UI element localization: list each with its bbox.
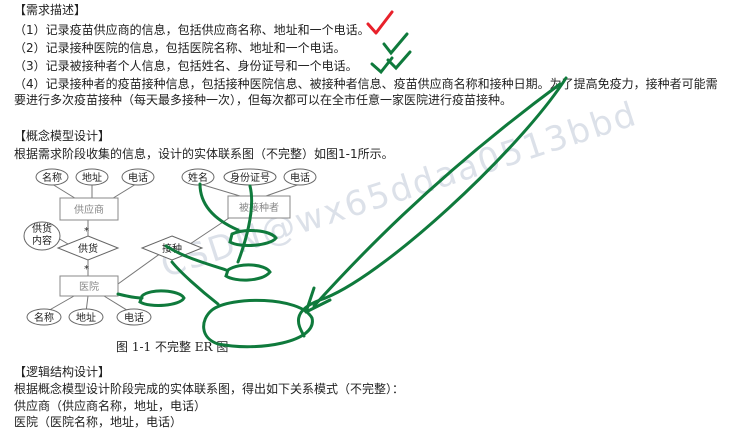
attr-hospital-address: 地址 bbox=[68, 308, 104, 326]
attr-supplier-address: 地址 bbox=[75, 168, 109, 186]
attr-person-name-label: 姓名 bbox=[188, 171, 208, 184]
annotation-blob-1-icon bbox=[228, 229, 278, 247]
annotation-blob-hospital-icon bbox=[138, 289, 186, 307]
annotation-oval-icon bbox=[202, 298, 314, 349]
annotation-arrow-up-right-icon bbox=[312, 82, 562, 308]
attr-hospital-phone-label: 电话 bbox=[124, 311, 144, 324]
attr-hospital-phone: 电话 bbox=[116, 308, 152, 326]
attr-supply-content-line1: 供货 bbox=[32, 222, 52, 235]
attr-person-name: 姓名 bbox=[181, 168, 215, 186]
attr-supplier-address-label: 地址 bbox=[82, 171, 102, 184]
attr-supplier-name: 名称 bbox=[35, 168, 69, 186]
entity-supplier-label: 供应商 bbox=[74, 203, 104, 216]
attr-person-id: 身份证号 bbox=[223, 168, 277, 186]
er-diagram: 名称 地址 电话 供应商 供货 内容 * 供货 * 医院 名称 地址 电话 姓名… bbox=[23, 10, 568, 349]
annotation-line-down-icon bbox=[170, 260, 220, 306]
attr-hospital-name: 名称 bbox=[26, 308, 62, 326]
relation-supply: 供货 bbox=[56, 235, 120, 261]
entity-vaccinee-label: 被接种者 bbox=[239, 201, 279, 214]
attr-supplier-name-label: 名称 bbox=[42, 171, 62, 184]
checkmark-red-icon bbox=[366, 10, 394, 35]
cardinality-bottom: * bbox=[84, 264, 89, 275]
attr-supply-content-line2: 内容 bbox=[32, 234, 52, 247]
attr-supplier-phone: 电话 bbox=[121, 168, 155, 186]
green-annotations bbox=[116, 76, 568, 349]
attr-person-phone-label: 电话 bbox=[290, 171, 310, 184]
cardinality-top: * bbox=[84, 226, 89, 237]
annotation-big-loop-icon bbox=[297, 76, 568, 338]
annotation-line-hospital-icon bbox=[116, 292, 144, 300]
entity-vaccinee: 被接种者 bbox=[227, 195, 291, 219]
relation-supply-label: 供货 bbox=[78, 242, 98, 255]
attr-hospital-address-label: 地址 bbox=[76, 311, 96, 324]
checkmark-green-icon-1 bbox=[382, 32, 409, 56]
entity-hospital: 医院 bbox=[59, 275, 119, 297]
annotation-blob-2-icon bbox=[224, 263, 272, 282]
attr-supplier-phone-label: 电话 bbox=[128, 171, 148, 184]
entity-supplier: 供应商 bbox=[59, 197, 119, 221]
attr-person-phone: 电话 bbox=[283, 168, 317, 186]
attr-supply-content: 供货 内容 bbox=[23, 221, 61, 251]
attr-hospital-name-label: 名称 bbox=[34, 311, 54, 324]
attr-person-id-label: 身份证号 bbox=[230, 171, 270, 184]
entity-hospital-label: 医院 bbox=[79, 280, 99, 293]
